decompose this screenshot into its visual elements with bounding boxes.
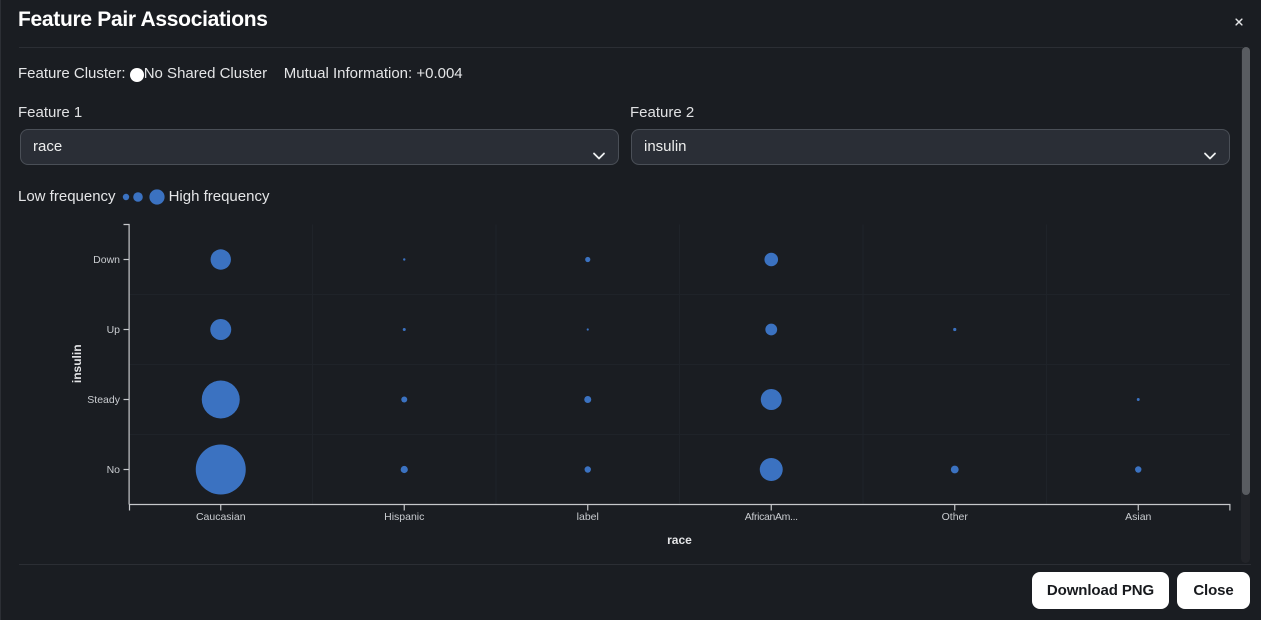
svg-text:Asian: Asian <box>1125 511 1151 523</box>
svg-text:Up: Up <box>107 324 121 336</box>
svg-text:Caucasian: Caucasian <box>196 511 246 523</box>
svg-text:Other: Other <box>942 511 969 523</box>
svg-text:insulin: insulin <box>70 344 84 383</box>
svg-text:Down: Down <box>93 254 120 266</box>
svg-text:race: race <box>667 533 692 547</box>
svg-text:No: No <box>107 464 121 476</box>
svg-text:label: label <box>577 511 599 523</box>
svg-text:AfricanAm...: AfricanAm... <box>745 511 798 523</box>
svg-text:Steady: Steady <box>87 394 120 406</box>
svg-text:Hispanic: Hispanic <box>384 511 424 523</box>
